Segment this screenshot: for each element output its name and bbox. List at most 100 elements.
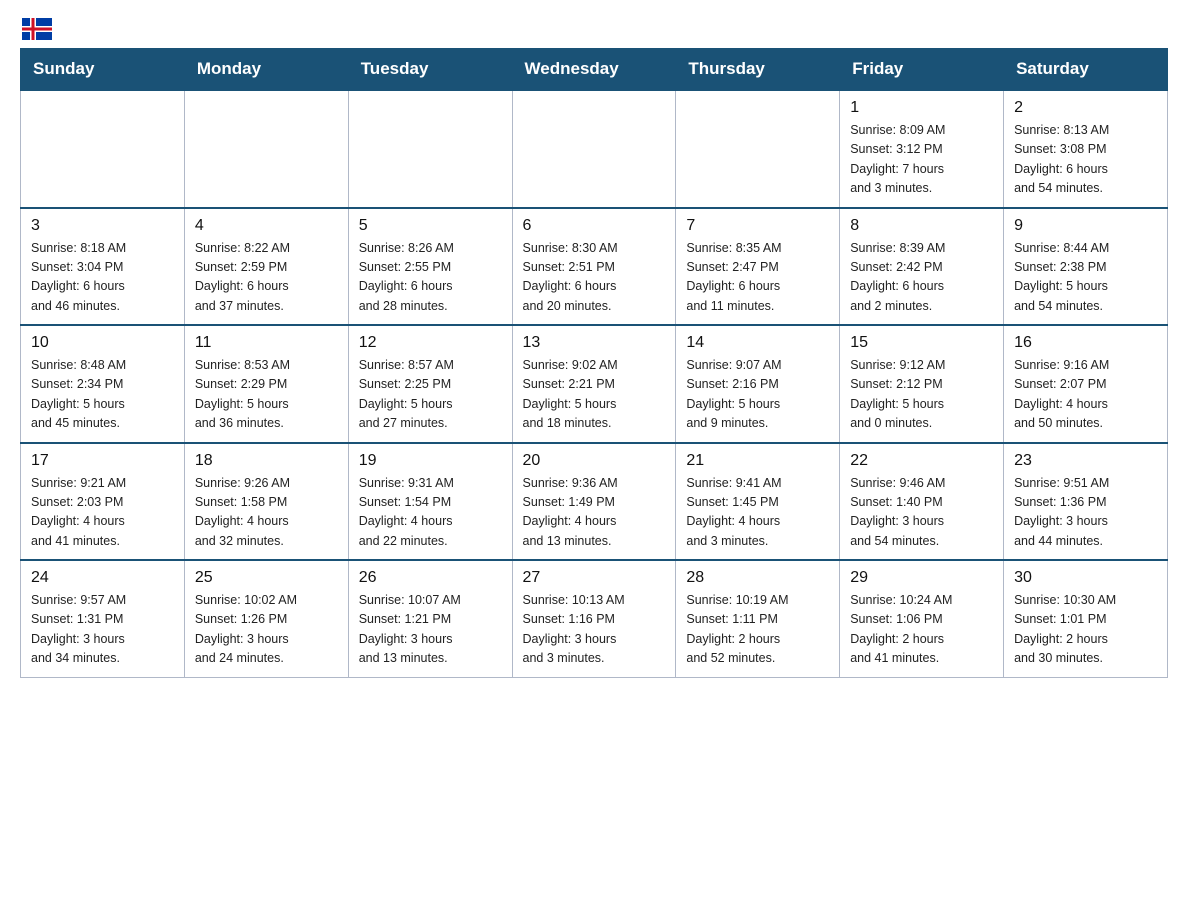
calendar-cell [348,90,512,208]
day-info: Sunrise: 9:07 AM Sunset: 2:16 PM Dayligh… [686,356,829,434]
day-info: Sunrise: 8:30 AM Sunset: 2:51 PM Dayligh… [523,239,666,317]
day-info: Sunrise: 9:21 AM Sunset: 2:03 PM Dayligh… [31,474,174,552]
day-info: Sunrise: 8:57 AM Sunset: 2:25 PM Dayligh… [359,356,502,434]
calendar-cell: 30 Sunrise: 10:30 AM Sunset: 1:01 PM Dayl… [1004,560,1168,677]
calendar-cell: 25 Sunrise: 10:02 AM Sunset: 1:26 PM Dayl… [184,560,348,677]
day-info: Sunrise: 8:22 AM Sunset: 2:59 PM Dayligh… [195,239,338,317]
day-number: 3 [31,217,174,235]
calendar-cell: 21 Sunrise: 9:41 AM Sunset: 1:45 PM Dayli… [676,443,840,561]
day-info: Sunrise: 9:46 AM Sunset: 1:40 PM Dayligh… [850,474,993,552]
day-number: 13 [523,334,666,352]
calendar-cell: 20Sunrise: 9:36 AM Sunset: 1:49 PM Dayli… [512,443,676,561]
day-info: Sunrise: 10:02 AM Sunset: 1:26 PM Daylig… [195,591,338,669]
weekday-header-row: SundayMondayTuesdayWednesdayThursdayFrid… [21,49,1168,91]
day-info: Sunrise: 9:57 AM Sunset: 1:31 PM Dayligh… [31,591,174,669]
calendar-cell: 17 Sunrise: 9:21 AM Sunset: 2:03 PM Dayli… [21,443,185,561]
day-info: Sunrise: 8:35 AM Sunset: 2:47 PM Dayligh… [686,239,829,317]
day-number: 22 [850,452,993,470]
day-info: Sunrise: 10:30 AM Sunset: 1:01 PM Daylig… [1014,591,1157,669]
day-number: 8 [850,217,993,235]
weekday-tuesday: Tuesday [348,49,512,91]
day-number: 2 [1014,99,1157,117]
day-info: Sunrise: 9:41 AM Sunset: 1:45 PM Dayligh… [686,474,829,552]
week-row-4: 17 Sunrise: 9:21 AM Sunset: 2:03 PM Dayli… [21,443,1168,561]
calendar-cell: 7 Sunrise: 8:35 AM Sunset: 2:47 PM Daylig… [676,208,840,326]
day-info: Sunrise: 8:48 AM Sunset: 2:34 PM Dayligh… [31,356,174,434]
calendar-cell: 19 Sunrise: 9:31 AM Sunset: 1:54 PM Dayli… [348,443,512,561]
day-number: 25 [195,569,338,587]
calendar-cell: 29 Sunrise: 10:24 AM Sunset: 1:06 PM Dayl… [840,560,1004,677]
day-info: Sunrise: 9:02 AM Sunset: 2:21 PM Dayligh… [523,356,666,434]
day-number: 18 [195,452,338,470]
weekday-friday: Friday [840,49,1004,91]
day-number: 9 [1014,217,1157,235]
weekday-thursday: Thursday [676,49,840,91]
calendar-cell: 9Sunrise: 8:44 AM Sunset: 2:38 PM Daylig… [1004,208,1168,326]
day-number: 19 [359,452,502,470]
day-number: 5 [359,217,502,235]
day-number: 4 [195,217,338,235]
calendar-cell: 5 Sunrise: 8:26 AM Sunset: 2:55 PM Daylig… [348,208,512,326]
day-info: Sunrise: 9:12 AM Sunset: 2:12 PM Dayligh… [850,356,993,434]
calendar-cell [676,90,840,208]
day-info: Sunrise: 8:09 AM Sunset: 3:12 PM Dayligh… [850,121,993,199]
calendar-cell: 4 Sunrise: 8:22 AM Sunset: 2:59 PM Daylig… [184,208,348,326]
calendar-cell: 11 Sunrise: 8:53 AM Sunset: 2:29 PM Dayli… [184,325,348,443]
calendar-cell: 8 Sunrise: 8:39 AM Sunset: 2:42 PM Daylig… [840,208,1004,326]
day-number: 30 [1014,569,1157,587]
day-number: 17 [31,452,174,470]
calendar-cell: 26Sunrise: 10:07 AM Sunset: 1:21 PM Dayl… [348,560,512,677]
day-number: 14 [686,334,829,352]
calendar-cell: 13 Sunrise: 9:02 AM Sunset: 2:21 PM Dayli… [512,325,676,443]
logo-flag-icon [22,18,52,40]
day-number: 6 [523,217,666,235]
day-info: Sunrise: 8:39 AM Sunset: 2:42 PM Dayligh… [850,239,993,317]
day-number: 15 [850,334,993,352]
day-number: 16 [1014,334,1157,352]
day-number: 23 [1014,452,1157,470]
calendar-cell: 16 Sunrise: 9:16 AM Sunset: 2:07 PM Dayli… [1004,325,1168,443]
weekday-monday: Monday [184,49,348,91]
day-info: Sunrise: 9:31 AM Sunset: 1:54 PM Dayligh… [359,474,502,552]
day-number: 29 [850,569,993,587]
day-info: Sunrise: 8:53 AM Sunset: 2:29 PM Dayligh… [195,356,338,434]
calendar-cell: 3Sunrise: 8:18 AM Sunset: 3:04 PM Daylig… [21,208,185,326]
day-info: Sunrise: 8:26 AM Sunset: 2:55 PM Dayligh… [359,239,502,317]
calendar-cell: 15 Sunrise: 9:12 AM Sunset: 2:12 PM Dayli… [840,325,1004,443]
day-number: 21 [686,452,829,470]
weekday-sunday: Sunday [21,49,185,91]
calendar-cell: 23Sunrise: 9:51 AM Sunset: 1:36 PM Dayli… [1004,443,1168,561]
calendar-cell: 28 Sunrise: 10:19 AM Sunset: 1:11 PM Dayl… [676,560,840,677]
calendar-cell: 10Sunrise: 8:48 AM Sunset: 2:34 PM Dayli… [21,325,185,443]
day-info: Sunrise: 9:16 AM Sunset: 2:07 PM Dayligh… [1014,356,1157,434]
day-info: Sunrise: 8:13 AM Sunset: 3:08 PM Dayligh… [1014,121,1157,199]
calendar-cell: 27Sunrise: 10:13 AM Sunset: 1:16 PM Dayl… [512,560,676,677]
calendar-cell [184,90,348,208]
calendar-cell: 18 Sunrise: 9:26 AM Sunset: 1:58 PM Dayli… [184,443,348,561]
day-info: Sunrise: 10:07 AM Sunset: 1:21 PM Daylig… [359,591,502,669]
calendar-cell: 2 Sunrise: 8:13 AM Sunset: 3:08 PM Daylig… [1004,90,1168,208]
day-number: 27 [523,569,666,587]
calendar-cell: 14 Sunrise: 9:07 AM Sunset: 2:16 PM Dayli… [676,325,840,443]
day-number: 20 [523,452,666,470]
calendar-cell: 22 Sunrise: 9:46 AM Sunset: 1:40 PM Dayli… [840,443,1004,561]
day-number: 1 [850,99,993,117]
calendar-cell: 24 Sunrise: 9:57 AM Sunset: 1:31 PM Dayli… [21,560,185,677]
weekday-wednesday: Wednesday [512,49,676,91]
day-info: Sunrise: 9:26 AM Sunset: 1:58 PM Dayligh… [195,474,338,552]
week-row-2: 3Sunrise: 8:18 AM Sunset: 3:04 PM Daylig… [21,208,1168,326]
day-number: 28 [686,569,829,587]
calendar-cell [21,90,185,208]
day-number: 7 [686,217,829,235]
day-info: Sunrise: 10:19 AM Sunset: 1:11 PM Daylig… [686,591,829,669]
calendar-cell: 1 Sunrise: 8:09 AM Sunset: 3:12 PM Daylig… [840,90,1004,208]
day-info: Sunrise: 10:24 AM Sunset: 1:06 PM Daylig… [850,591,993,669]
day-number: 11 [195,334,338,352]
week-row-3: 10Sunrise: 8:48 AM Sunset: 2:34 PM Dayli… [21,325,1168,443]
day-number: 24 [31,569,174,587]
weekday-saturday: Saturday [1004,49,1168,91]
week-row-5: 24 Sunrise: 9:57 AM Sunset: 1:31 PM Dayli… [21,560,1168,677]
calendar-cell: 12Sunrise: 8:57 AM Sunset: 2:25 PM Dayli… [348,325,512,443]
logo [20,20,52,38]
week-row-1: 1 Sunrise: 8:09 AM Sunset: 3:12 PM Daylig… [21,90,1168,208]
